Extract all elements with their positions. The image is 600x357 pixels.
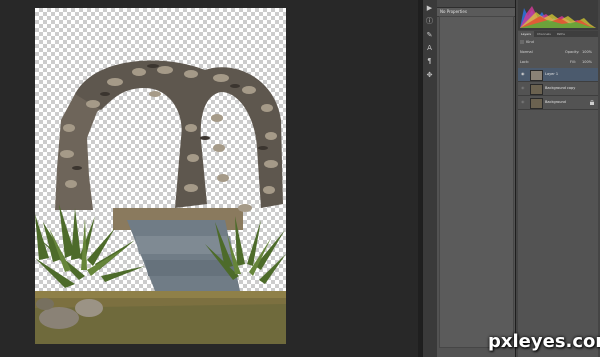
filter-row: Kind <box>520 40 534 45</box>
filter-kind-select[interactable]: Kind <box>526 40 534 44</box>
layer-row-background[interactable]: ◉ Background <box>518 96 598 110</box>
fill-label: Fill: <box>570 60 576 64</box>
opacity-label: Opacity: <box>565 50 580 54</box>
lock-row: Lock: Fill: 100% <box>520 60 596 65</box>
layer-thumbnail <box>530 98 543 109</box>
watermark: pxleyes.com <box>488 331 600 352</box>
brush-icon[interactable]: ✎ <box>425 31 434 40</box>
tab-channels[interactable]: Channels <box>534 31 554 37</box>
layers-panel: Layers Channels Paths Kind Normal Opacit… <box>518 31 598 357</box>
eye-icon[interactable]: ◉ <box>521 72 526 76</box>
layer-row-layer-1[interactable]: ◉ Layer 1 <box>518 68 598 82</box>
tab-layers[interactable]: Layers <box>518 31 534 37</box>
play-icon[interactable]: ▶ <box>425 4 434 13</box>
layer-thumbnail <box>530 84 543 95</box>
layer-name: Background <box>545 100 566 104</box>
lock-icon <box>590 100 594 105</box>
filter-search-icon <box>520 40 524 44</box>
stone-arch-photo <box>35 60 286 344</box>
properties-panel-header <box>437 0 515 8</box>
opacity-field[interactable]: 100% <box>582 50 592 55</box>
layer-row-background-copy[interactable]: ◉ Background copy <box>518 82 598 96</box>
layer-name: Layer 1 <box>545 72 559 76</box>
lock-label: Lock: <box>520 60 530 64</box>
blend-row: Normal Opacity: 100% <box>520 50 596 55</box>
histogram-panel <box>518 0 598 30</box>
histogram-graph <box>518 0 598 30</box>
blend-mode-select[interactable]: Normal <box>520 50 533 54</box>
document-workspace <box>0 0 418 357</box>
properties-body <box>439 16 514 348</box>
layers-panel-tabs: Layers Channels Paths <box>518 31 598 37</box>
layer-name: Background copy <box>545 86 576 90</box>
tab-paths[interactable]: Paths <box>554 31 568 37</box>
eye-icon[interactable]: ◉ <box>521 100 526 104</box>
eye-icon[interactable]: ◉ <box>521 86 526 90</box>
collapsed-panel-icons: ▶ ⓘ ✎ A ¶ ✥ <box>422 0 438 357</box>
paragraph-icon[interactable]: ¶ <box>425 57 434 66</box>
properties-panel: No Properties <box>437 0 516 357</box>
layer-thumbnail <box>530 70 543 81</box>
info-icon[interactable]: ⓘ <box>425 17 434 26</box>
type-icon[interactable]: A <box>425 44 434 53</box>
transform-icon[interactable]: ✥ <box>425 71 434 80</box>
fill-field[interactable]: 100% <box>582 60 592 65</box>
document-canvas[interactable] <box>35 8 286 344</box>
